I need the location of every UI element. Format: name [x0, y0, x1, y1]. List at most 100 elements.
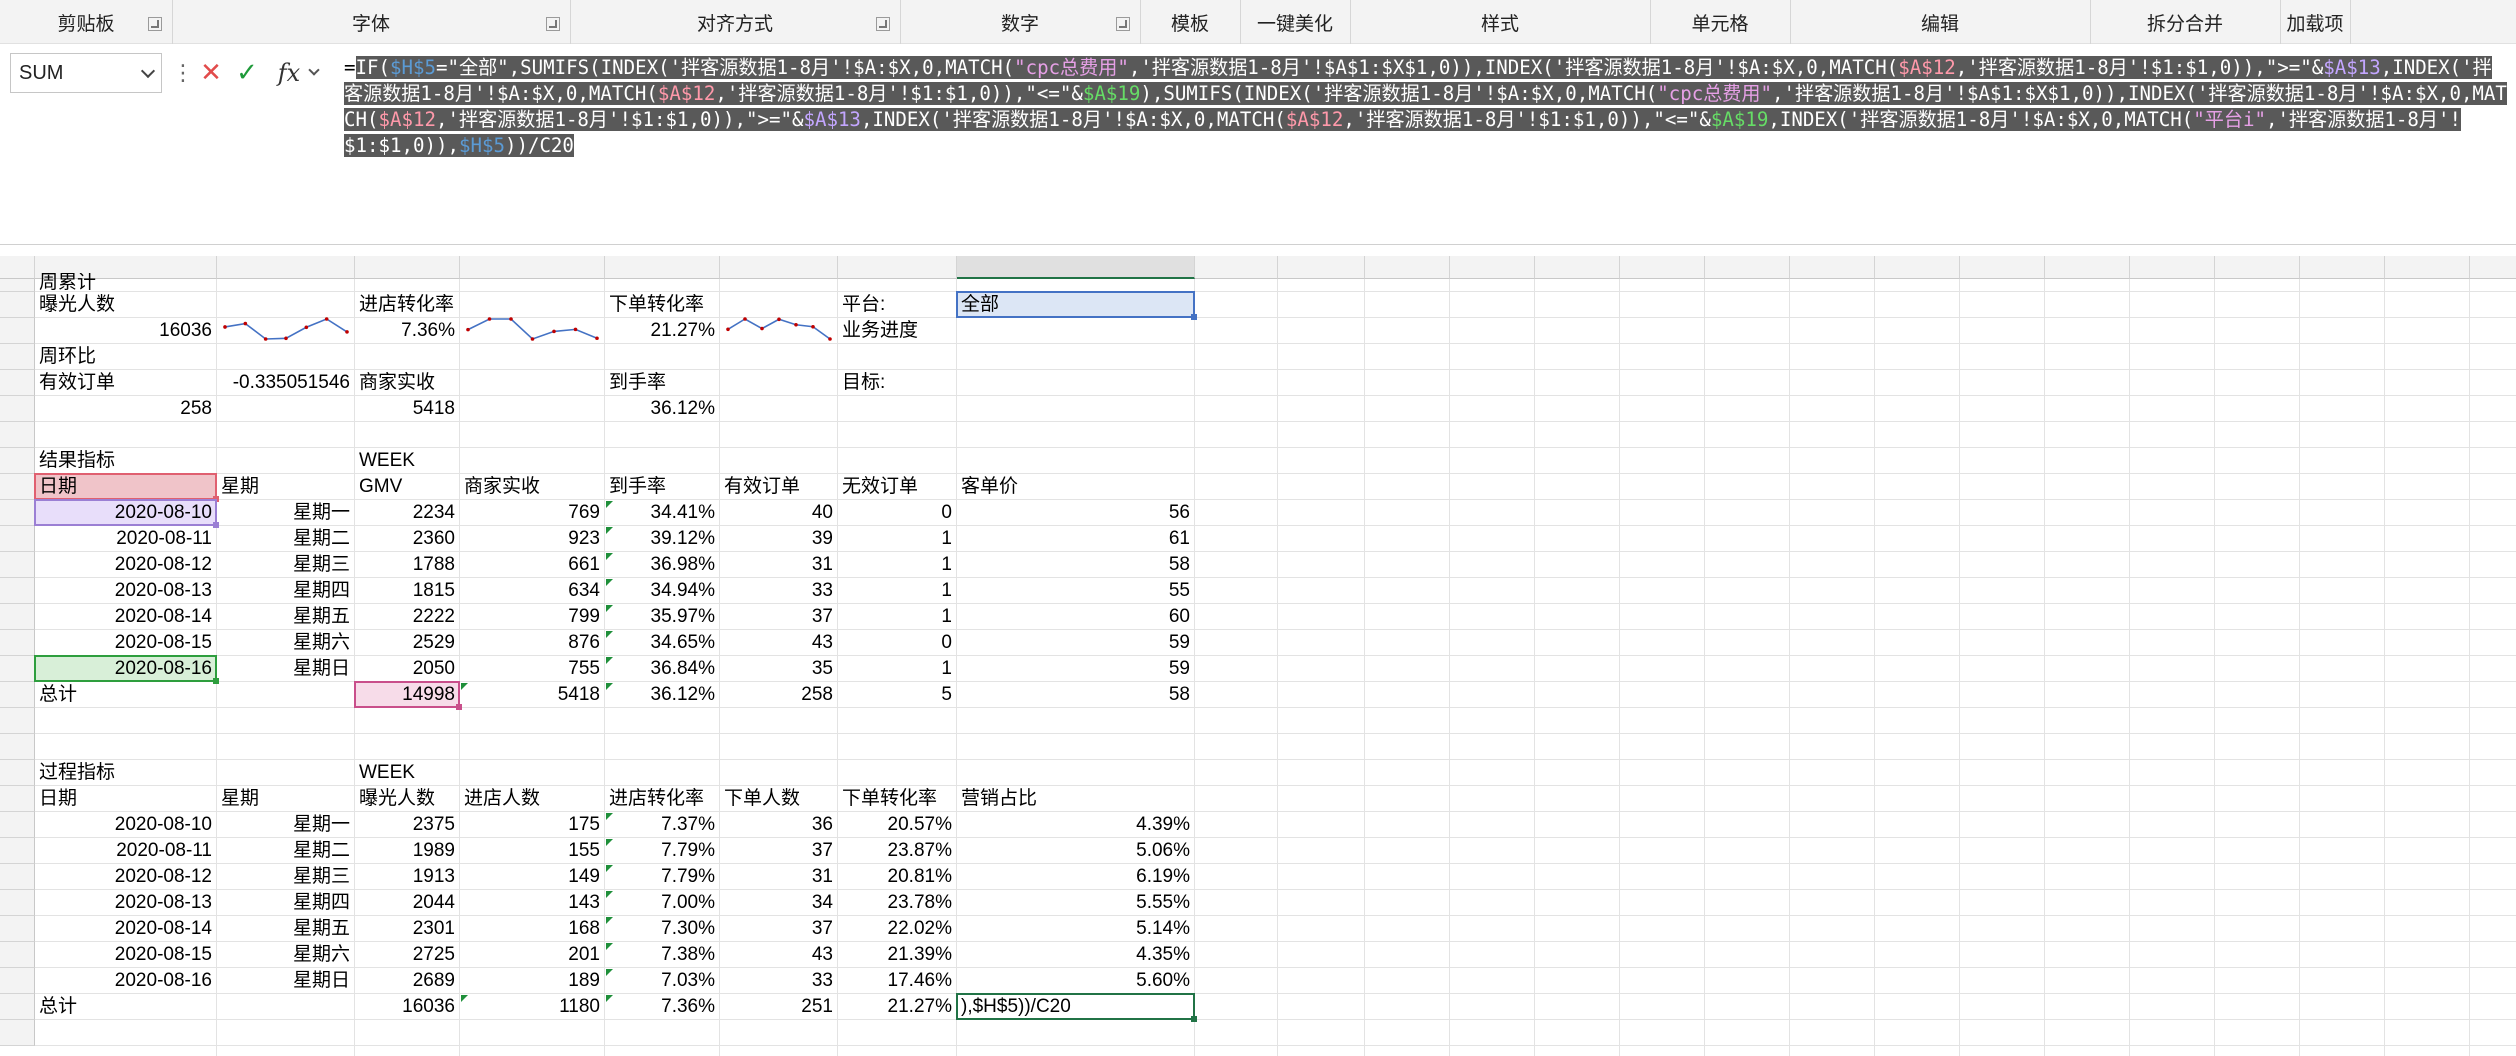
cell-C14[interactable]: 2360	[355, 526, 458, 552]
column-header-G[interactable]	[838, 256, 957, 279]
cell-F29[interactable]: 37	[720, 916, 836, 942]
column-header-H[interactable]	[957, 256, 1195, 279]
ribbon-group-5[interactable]: 一键美化	[1240, 0, 1350, 44]
cell-D18[interactable]: 876	[460, 630, 603, 656]
cell-G20[interactable]: 5	[838, 682, 955, 708]
cell-G30[interactable]: 21.39%	[838, 942, 955, 968]
column-header-B[interactable]	[217, 256, 355, 279]
cell-H28[interactable]: 5.55%	[957, 890, 1193, 916]
cell-A26[interactable]: 2020-08-11	[35, 838, 215, 864]
cell-D16[interactable]: 634	[460, 578, 603, 604]
row-header-5[interactable]	[0, 292, 35, 318]
cell-E25[interactable]: 7.37%	[605, 812, 718, 838]
column-header-X[interactable]	[2470, 256, 2516, 279]
row-header-22[interactable]	[0, 734, 35, 760]
cell-G14[interactable]: 1	[838, 526, 955, 552]
cell-B28[interactable]: 星期四	[217, 890, 353, 916]
cell-B12[interactable]: 星期	[218, 474, 262, 500]
cell-H13[interactable]: 56	[957, 500, 1193, 526]
column-header-R[interactable]	[1960, 256, 2045, 279]
cell-G24[interactable]: 下单转化率	[839, 786, 940, 812]
cell-D25[interactable]: 175	[460, 812, 603, 838]
select-all-corner[interactable]	[0, 256, 35, 279]
cell-G19[interactable]: 1	[838, 656, 955, 682]
cell-E12[interactable]: 到手率	[606, 474, 669, 500]
cell-B27[interactable]: 星期三	[217, 864, 353, 890]
row-header-18[interactable]	[0, 630, 35, 656]
cell-E14[interactable]: 39.12%	[605, 526, 718, 552]
cell-G18[interactable]: 0	[838, 630, 955, 656]
cell-C27[interactable]: 1913	[355, 864, 458, 890]
column-header-W[interactable]	[2385, 256, 2470, 279]
cell-A16[interactable]: 2020-08-13	[35, 578, 215, 604]
cell-F20[interactable]: 258	[720, 682, 836, 708]
cell-B13[interactable]: 星期一	[217, 500, 353, 526]
cell-H17[interactable]: 60	[957, 604, 1193, 630]
cell-E15[interactable]: 36.98%	[605, 552, 718, 578]
cell-C23[interactable]: WEEK	[356, 760, 418, 786]
cell-F13[interactable]: 40	[720, 500, 836, 526]
ribbon-group-3[interactable]: 数字	[900, 0, 1140, 44]
cell-G6[interactable]: 业务进度	[839, 318, 921, 344]
name-box-dropdown-icon[interactable]	[140, 63, 156, 79]
cell-F31[interactable]: 33	[720, 968, 836, 994]
row-header-10[interactable]	[0, 422, 35, 448]
ribbon-group-1[interactable]: 字体	[172, 0, 570, 44]
cell-B24[interactable]: 星期	[218, 786, 262, 812]
cell-A17[interactable]: 2020-08-14	[35, 604, 215, 630]
row-header-12[interactable]	[0, 474, 35, 500]
cell-B15[interactable]: 星期三	[217, 552, 353, 578]
cell-G31[interactable]: 17.46%	[838, 968, 955, 994]
row-header-20[interactable]	[0, 682, 35, 708]
row-header-29[interactable]	[0, 916, 35, 942]
cell-B8[interactable]: -0.335051546	[217, 370, 353, 396]
more-options-icon[interactable]: ⋮	[172, 53, 194, 93]
cell-C25[interactable]: 2375	[355, 812, 458, 838]
cell-A13[interactable]: 2020-08-10	[35, 500, 215, 526]
cell-H29[interactable]: 5.14%	[957, 916, 1193, 942]
row-header-11[interactable]	[0, 448, 35, 474]
column-header-C[interactable]	[355, 256, 460, 279]
cell-E9[interactable]: 36.12%	[605, 396, 718, 422]
ribbon-group-0[interactable]: 剪贴板	[0, 0, 172, 44]
cell-D30[interactable]: 201	[460, 942, 603, 968]
cell-C32[interactable]: 16036	[355, 994, 458, 1020]
cell-A28[interactable]: 2020-08-13	[35, 890, 215, 916]
cell-E13[interactable]: 34.41%	[605, 500, 718, 526]
cell-A19[interactable]: 2020-08-16	[35, 656, 215, 682]
fx-dropdown-icon[interactable]	[306, 53, 322, 93]
row-header-6[interactable]	[0, 318, 35, 344]
row-header-7[interactable]	[0, 344, 35, 370]
cell-A9[interactable]: 258	[35, 396, 215, 422]
cell-H12[interactable]: 客单价	[958, 474, 1021, 500]
cell-B25[interactable]: 星期一	[217, 812, 353, 838]
cell-E29[interactable]: 7.30%	[605, 916, 718, 942]
column-header-N[interactable]	[1620, 256, 1705, 279]
cell-G13[interactable]: 0	[838, 500, 955, 526]
row-header-14[interactable]	[0, 526, 35, 552]
cell-C31[interactable]: 2689	[355, 968, 458, 994]
column-header-L[interactable]	[1450, 256, 1535, 279]
cell-F14[interactable]: 39	[720, 526, 836, 552]
cell-E17[interactable]: 35.97%	[605, 604, 718, 630]
cell-F16[interactable]: 33	[720, 578, 836, 604]
cell-B31[interactable]: 星期日	[217, 968, 353, 994]
ribbon-group-9[interactable]: 拆分合并	[2090, 0, 2280, 44]
cell-A24[interactable]: 日期	[36, 786, 80, 812]
cell-H24[interactable]: 营销占比	[958, 786, 1040, 812]
cell-D12[interactable]: 商家实收	[461, 474, 543, 500]
cell-B18[interactable]: 星期六	[217, 630, 353, 656]
cell-D13[interactable]: 769	[460, 500, 603, 526]
ribbon-group-6[interactable]: 样式	[1350, 0, 1650, 44]
cell-D28[interactable]: 143	[460, 890, 603, 916]
cell-H30[interactable]: 4.35%	[957, 942, 1193, 968]
cell-H18[interactable]: 59	[957, 630, 1193, 656]
cell-F18[interactable]: 43	[720, 630, 836, 656]
cell-E18[interactable]: 34.65%	[605, 630, 718, 656]
cell-H27[interactable]: 6.19%	[957, 864, 1193, 890]
cell-C18[interactable]: 2529	[355, 630, 458, 656]
row-header-8[interactable]	[0, 370, 35, 396]
cell-B29[interactable]: 星期五	[217, 916, 353, 942]
insert-function-icon[interactable]: fx	[272, 53, 306, 93]
cell-H25[interactable]: 4.39%	[957, 812, 1193, 838]
